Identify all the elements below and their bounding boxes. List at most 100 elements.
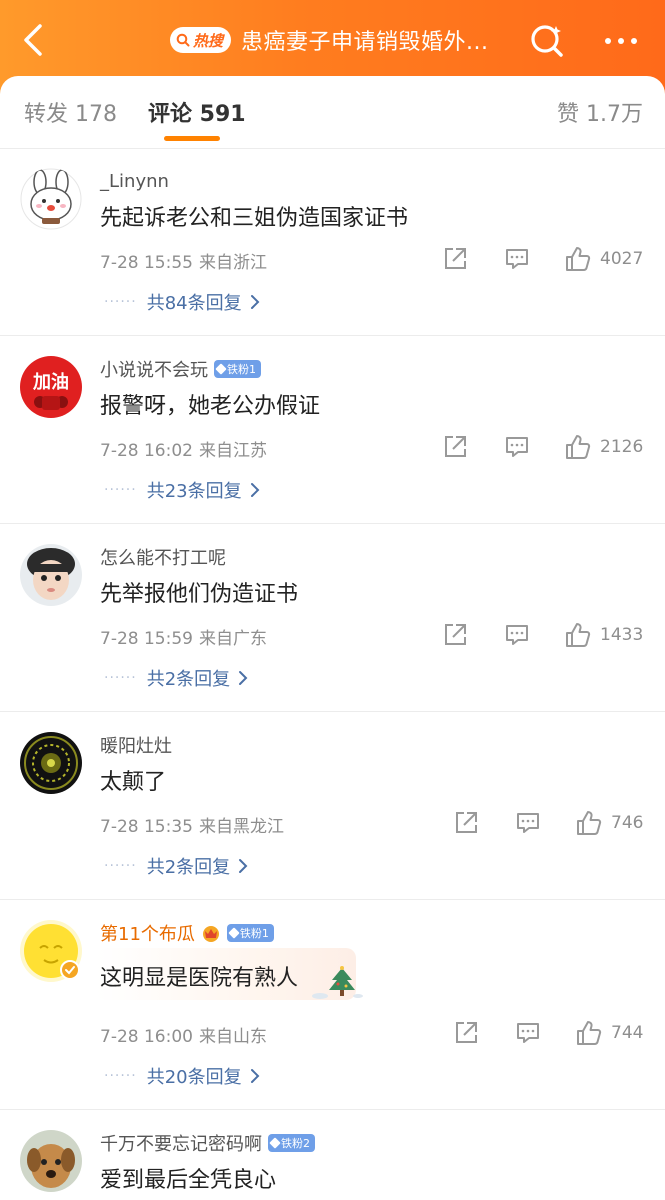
- hot-badge-label: 热搜: [193, 31, 224, 50]
- name-row: 第11个布瓜 铁粉1: [100, 921, 274, 945]
- avatar[interactable]: 加油: [20, 356, 82, 418]
- name-row: 千万不要忘记密码啊 铁粉2: [100, 1131, 315, 1155]
- comment-text[interactable]: 太颠了: [100, 764, 166, 796]
- fan-badge: 铁粉1: [226, 924, 274, 942]
- comment-item: 加油 小说说不会玩 铁粉1 报警呀，她老公办假证 7-28 16:02 来自江苏 …: [0, 336, 665, 524]
- comment-icon[interactable]: [515, 808, 541, 838]
- chevron-right-icon: [250, 1069, 260, 1083]
- share-icon[interactable]: [453, 808, 479, 838]
- username[interactable]: _Linynn: [100, 171, 169, 192]
- username[interactable]: 暖阳灶灶: [100, 732, 172, 758]
- tab-comment[interactable]: 评论 591: [148, 96, 246, 128]
- comment-meta: 7-28 16:02 来自江苏: [100, 436, 267, 461]
- avatar[interactable]: [20, 168, 82, 230]
- like-button[interactable]: 744: [575, 1018, 643, 1048]
- view-replies-link[interactable]: ······ 共84条回复: [104, 290, 260, 314]
- back-arrow-icon[interactable]: [12, 18, 56, 62]
- like-icon: [577, 1021, 602, 1045]
- reply-count: 共2条回复: [146, 669, 231, 690]
- comment-time: 7-28 15:55: [100, 253, 193, 273]
- like-count: 2126: [600, 437, 644, 457]
- comment-text[interactable]: 爱到最后全凭良心: [100, 1162, 276, 1194]
- share-icon[interactable]: [442, 244, 468, 274]
- svg-text:加油: 加油: [32, 371, 69, 393]
- comment-source: 来自山东: [198, 1027, 267, 1047]
- like-icon: [566, 247, 591, 271]
- name-row: 暖阳灶灶: [100, 733, 172, 757]
- comment-icon[interactable]: [504, 432, 530, 462]
- chevron-right-icon: [239, 859, 248, 873]
- like-count: 1433: [600, 625, 644, 645]
- comment-meta: 7-28 15:35 来自黑龙江: [100, 812, 284, 837]
- like-button[interactable]: 746: [575, 808, 643, 838]
- reply-count: 共23条回复: [146, 481, 242, 502]
- comment-list: _Linynn 先起诉老公和三姐伪造国家证书 7-28 15:55 来自浙江 40…: [0, 148, 665, 1200]
- active-tab-indicator: [164, 136, 220, 141]
- fan-badge: 铁粉1: [214, 360, 261, 378]
- comment-source: 来自江苏: [198, 441, 267, 461]
- comment-source: 来自浙江: [198, 253, 267, 273]
- comment-text[interactable]: 这明显是医院有熟人: [100, 960, 298, 992]
- comment-text[interactable]: 先举报他们伪造证书: [100, 576, 298, 608]
- view-replies-link[interactable]: ······ 共23条回复: [104, 478, 260, 502]
- like-icon: [566, 435, 591, 459]
- share-icon[interactable]: [453, 1018, 479, 1048]
- fan-badge-label: 铁粉1: [227, 363, 256, 376]
- comment-item: 暖阳灶灶 太颠了 7-28 15:35 来自黑龙江 746 ······ 共2条回…: [0, 712, 665, 900]
- tab-bar: 转发 178 评论 591 赞 1.7万: [0, 76, 665, 149]
- view-replies-link[interactable]: ······ 共2条回复: [104, 854, 248, 878]
- username[interactable]: 千万不要忘记密码啊: [100, 1130, 262, 1156]
- hot-search-title[interactable]: 热搜 患癌妻子申请销毁婚外...: [170, 22, 489, 58]
- hot-search-badge: 热搜: [170, 27, 232, 53]
- reply-dots: ······: [104, 1068, 137, 1084]
- comment-meta: 7-28 15:55 来自浙江: [100, 248, 267, 273]
- avatar[interactable]: [20, 1130, 82, 1192]
- comment-text[interactable]: 先起诉老公和三姐伪造国家证书: [100, 200, 408, 232]
- page-title: 患癌妻子申请销毁婚外...: [241, 30, 489, 55]
- comment-item: _Linynn 先起诉老公和三姐伪造国家证书 7-28 15:55 来自浙江 40…: [0, 148, 665, 336]
- comment-meta: 7-28 16:00 来自山东: [100, 1022, 267, 1047]
- chevron-right-icon: [250, 295, 260, 309]
- avatar[interactable]: [20, 544, 82, 606]
- chevron-right-icon: [239, 671, 248, 685]
- comment-icon[interactable]: [515, 1018, 541, 1048]
- like-button[interactable]: 2126: [564, 432, 643, 462]
- like-button[interactable]: 4027: [564, 244, 643, 274]
- comment-time: 7-28 15:59: [100, 629, 193, 649]
- comment-source: 来自广东: [198, 629, 267, 649]
- view-replies-link[interactable]: ······ 共20条回复: [104, 1064, 260, 1088]
- fan-badge-label: 铁粉2: [281, 1137, 310, 1150]
- christmas-tree-icon: [312, 966, 363, 999]
- diamond-icon: [215, 363, 227, 375]
- comment-source: 来自黑龙江: [198, 817, 284, 837]
- username[interactable]: 怎么能不打工呢: [100, 544, 226, 570]
- username[interactable]: 第11个布瓜: [100, 920, 195, 946]
- comment-time: 7-28 16:00: [100, 1027, 193, 1047]
- reply-dots: ······: [104, 482, 137, 498]
- comment-icon[interactable]: [504, 244, 530, 274]
- tab-like[interactable]: 赞 1.7万: [557, 96, 643, 128]
- more-icon[interactable]: [598, 20, 644, 62]
- comment-text[interactable]: 报警呀，她老公办假证: [100, 388, 320, 420]
- tab-repost[interactable]: 转发 178: [24, 96, 117, 128]
- view-replies-link[interactable]: ······ 共2条回复: [104, 666, 248, 690]
- search-icon[interactable]: [526, 20, 568, 62]
- comment-item: 第11个布瓜 铁粉1 这明显是医院有熟人 7-28 16:00 来自山东 744…: [0, 900, 665, 1110]
- diamond-icon: [228, 927, 240, 939]
- fan-badge: 铁粉2: [268, 1134, 315, 1152]
- share-icon[interactable]: [442, 432, 468, 462]
- reply-dots: ······: [104, 294, 137, 310]
- name-row: 小说说不会玩 铁粉1: [100, 357, 261, 381]
- search-small-icon: [176, 33, 190, 47]
- reply-dots: ······: [104, 858, 137, 874]
- comment-item: 怎么能不打工呢 先举报他们伪造证书 7-28 15:59 来自广东 1433 ··…: [0, 524, 665, 712]
- comment-icon[interactable]: [504, 620, 530, 650]
- fan-badge-label: 铁粉1: [239, 927, 269, 940]
- comment-meta: 7-28 15:59 来自广东: [100, 624, 267, 649]
- username[interactable]: 小说说不会玩: [100, 356, 208, 382]
- share-icon[interactable]: [442, 620, 468, 650]
- name-row: _Linynn: [100, 169, 169, 193]
- reply-dots: ······: [104, 670, 137, 686]
- avatar[interactable]: [20, 732, 82, 794]
- like-button[interactable]: 1433: [564, 620, 643, 650]
